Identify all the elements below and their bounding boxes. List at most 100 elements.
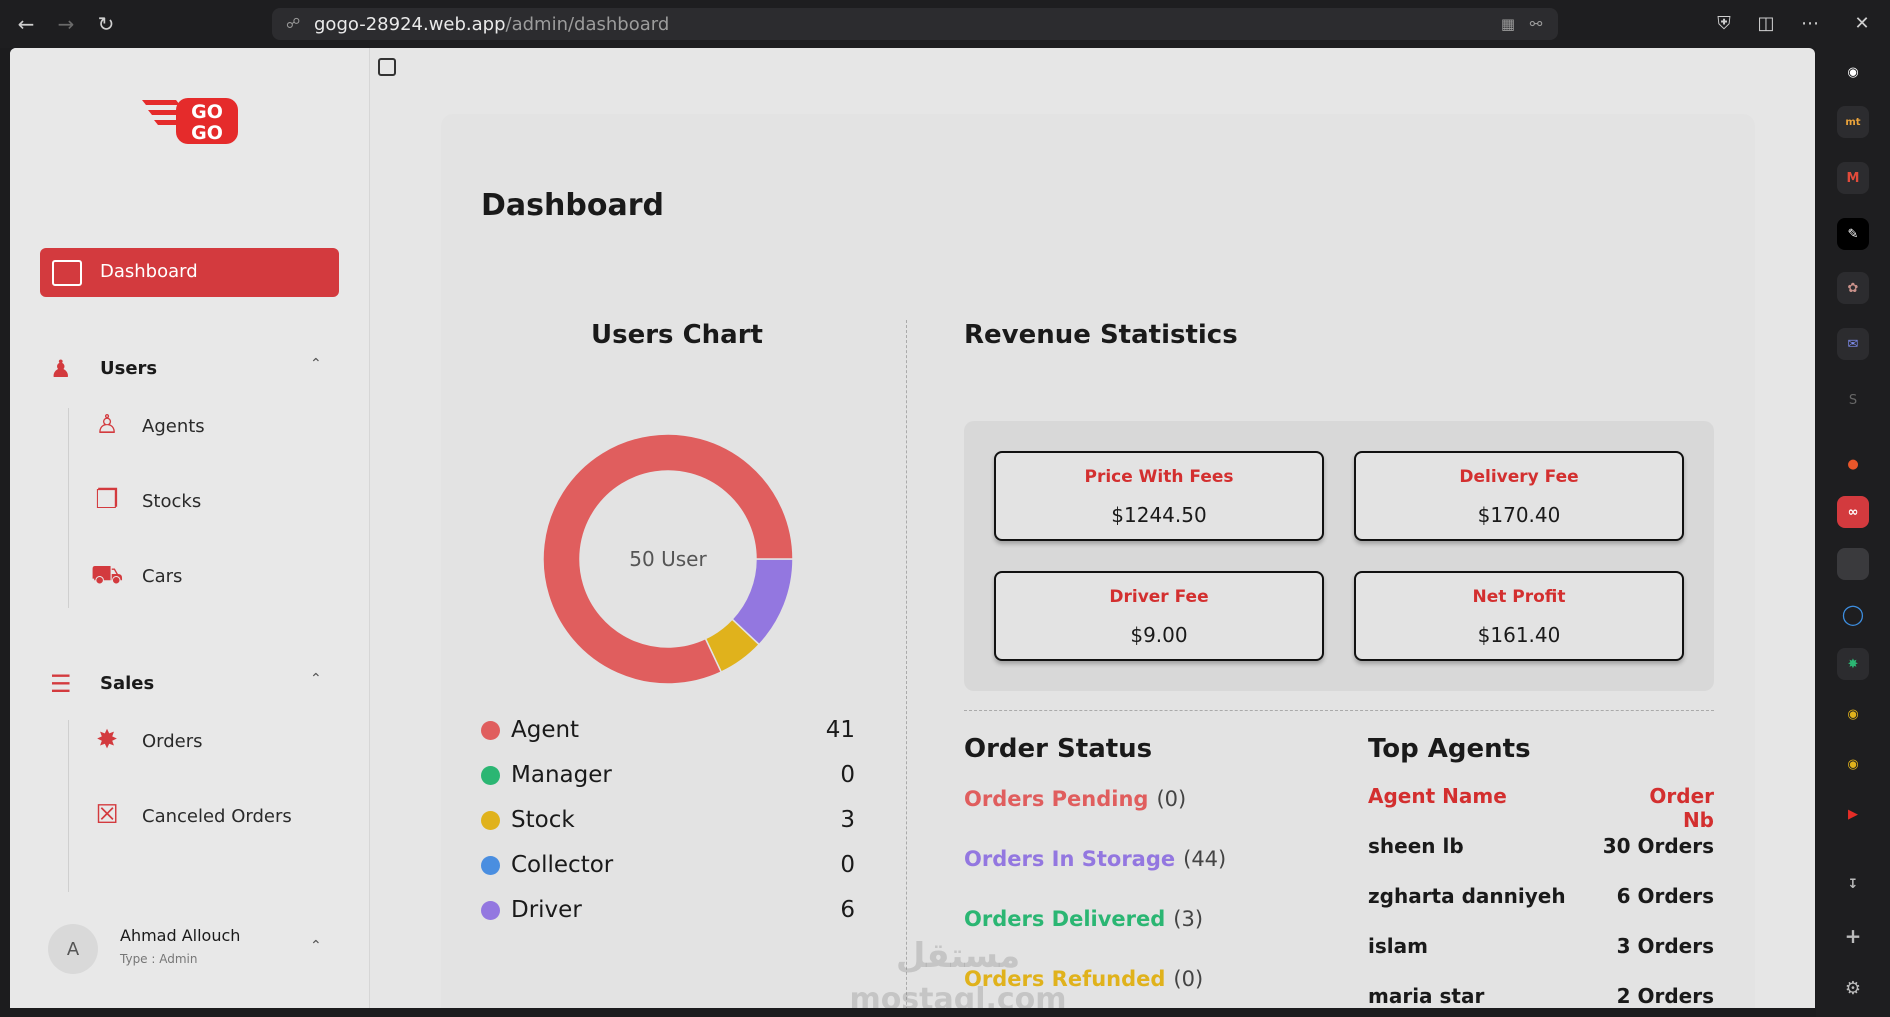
back-icon[interactable]: ← — [14, 12, 38, 36]
circle-app-icon[interactable]: ◯ — [1837, 598, 1869, 630]
address-bar[interactable]: ☍ gogo-28924.web.app/admin/dashboard ▦ ⚯ — [272, 8, 1558, 40]
horizontal-divider — [964, 710, 1714, 711]
revenue-panel: Price With Fees $1244.50 Delivery Fee $1… — [964, 421, 1714, 691]
vertical-divider — [906, 320, 907, 1008]
top-agents-title: Top Agents — [1368, 734, 1531, 764]
sidebar-item-label: Agents — [142, 416, 205, 437]
sidebar-toggle-icon[interactable]: ◫ — [1754, 12, 1778, 36]
mail-app-icon[interactable]: ✉ — [1837, 328, 1869, 360]
download-icon[interactable]: ↧ — [1837, 868, 1869, 900]
chevron-up-icon[interactable]: ⌃ — [310, 356, 322, 372]
mt-app-icon[interactable]: mt — [1837, 106, 1869, 138]
order-status-count: (0) — [1156, 787, 1187, 811]
watermark-arabic: مستقل — [895, 936, 1021, 976]
sidebar-item-stocks[interactable]: ❐ Stocks — [90, 480, 330, 520]
watermark: مستقل mostaql.com — [838, 934, 1078, 1008]
sidebar-item-label: Dashboard — [100, 261, 198, 282]
revenue-price-with-fees: Price With Fees $1244.50 — [994, 451, 1324, 541]
agent-orders: 6 Orders — [1616, 884, 1714, 908]
order-status-row: Orders Pending (0) — [964, 787, 1186, 817]
revenue-label: Delivery Fee — [1459, 467, 1579, 487]
sidebar-item-label: Canceled Orders — [142, 806, 292, 827]
url-path: /admin/dashboard — [505, 14, 670, 35]
sidebar-item-canceled-orders[interactable]: ☒ Canceled Orders — [90, 795, 330, 835]
legend-dot — [481, 766, 500, 785]
legend-item[interactable]: Agent 41 — [481, 715, 855, 745]
site-info-icon[interactable]: ☍ — [286, 15, 304, 33]
legend-label: Driver — [511, 897, 582, 923]
rail-letter: S — [1848, 392, 1858, 408]
sidebar-group-sales[interactable]: ☰ Sales ⌃ — [40, 663, 339, 703]
collapse-sidebar-icon[interactable] — [378, 58, 396, 76]
close-icon[interactable]: ✕ — [1850, 12, 1874, 36]
blank-app-icon[interactable] — [1837, 548, 1869, 580]
order-status-title: Order Status — [964, 734, 1153, 764]
sidebar-item-orders[interactable]: ✸ Orders — [90, 720, 330, 760]
revenue-value: $161.40 — [1477, 623, 1561, 647]
chevron-up-icon[interactable]: ⌃ — [310, 671, 322, 687]
legend-value: 0 — [840, 762, 855, 788]
gogo-app-icon[interactable]: ∞ — [1837, 496, 1869, 528]
gogo-logo: GO GO — [142, 98, 238, 144]
url-text: gogo-28924.web.app/admin/dashboard — [314, 14, 669, 35]
agent-orders: 30 Orders — [1602, 834, 1714, 858]
sidebar-item-dashboard[interactable]: Dashboard — [40, 248, 339, 297]
clipboard-icon: ☰ — [50, 670, 72, 698]
reload-icon[interactable]: ↻ — [94, 12, 118, 36]
users-icon: ♟ — [50, 355, 72, 383]
agent-name: maria star — [1368, 984, 1485, 1008]
legend-value: 0 — [840, 852, 855, 878]
chatgpt-icon[interactable]: ✸ — [1837, 648, 1869, 680]
group-label-sales: Sales — [100, 673, 155, 694]
watermark-latin: mostaql.com — [849, 982, 1067, 1008]
legend-item[interactable]: Stock 3 — [481, 805, 855, 835]
notion-icon[interactable]: ✎ — [1837, 218, 1869, 250]
order-status-label: Orders In Storage — [964, 847, 1176, 871]
youtube-icon[interactable]: ▶ — [1837, 798, 1869, 830]
logo-text-top: GO — [191, 101, 223, 123]
gmail-icon[interactable]: M — [1837, 162, 1869, 194]
sidebar-item-label: Orders — [142, 731, 203, 752]
firefox-icon[interactable]: ● — [1837, 448, 1869, 480]
legend-item[interactable]: Driver 6 — [481, 895, 855, 925]
revenue-value: $1244.50 — [1111, 503, 1207, 527]
sidebar-item-label: Stocks — [142, 491, 202, 512]
agent-name-header: Agent Name — [1368, 784, 1507, 808]
more-menu-icon[interactable]: ⋯ — [1798, 12, 1822, 36]
revenue-label: Price With Fees — [1084, 467, 1234, 487]
legend-label: Collector — [511, 852, 614, 878]
dashboard-card: Dashboard Users Chart 50 User Agent 41 Man… — [441, 114, 1755, 1008]
legend-item[interactable]: Manager 0 — [481, 760, 855, 790]
sidebar-group-users[interactable]: ♟ Users ⌃ — [40, 348, 339, 388]
sidebar-item-agents[interactable]: ♙ Agents — [90, 405, 330, 445]
chrome-icon-2[interactable]: ◉ — [1837, 748, 1869, 780]
revenue-net-profit: Net Profit $161.40 — [1354, 571, 1684, 661]
chevron-up-icon[interactable]: ⌃ — [310, 938, 322, 954]
chrome-icon-1[interactable]: ◉ — [1837, 698, 1869, 730]
revenue-title: Revenue Statistics — [964, 320, 1238, 350]
legend-label: Stock — [511, 807, 575, 833]
order-nb-header: Order Nb — [1649, 784, 1714, 832]
order-status-row: Orders In Storage (44) — [964, 847, 1226, 877]
legend-item[interactable]: Collector 0 — [481, 850, 855, 880]
donut-center-label: 50 User — [629, 547, 707, 571]
order-status-count: (3) — [1173, 907, 1204, 931]
user-name: Ahmad Allouch — [120, 926, 241, 945]
add-icon[interactable]: + — [1837, 920, 1869, 952]
legend-dot — [481, 856, 500, 875]
forward-icon[interactable]: → — [54, 12, 78, 36]
top-agent-row: sheen lb 30 Orders — [1368, 834, 1714, 864]
user-role: Type : Admin — [120, 952, 198, 966]
shield-icon[interactable]: ⛨ — [1712, 12, 1736, 36]
github-icon[interactable]: ◉ — [1837, 56, 1869, 88]
sidebar-item-cars[interactable]: ⛟ Cars — [90, 555, 330, 595]
bird-app-icon[interactable]: ✿ — [1837, 272, 1869, 304]
revenue-value: $9.00 — [1130, 623, 1188, 647]
legend-value: 41 — [825, 717, 855, 743]
reader-mode-icon[interactable]: ▦ — [1498, 14, 1518, 34]
users-subtree-line — [68, 408, 69, 608]
settings-icon[interactable]: ⚙ — [1837, 972, 1869, 1004]
share-link-icon[interactable]: ⚯ — [1526, 14, 1546, 34]
user-profile[interactable]: A Ahmad Allouch Type : Admin ⌃ — [48, 920, 338, 980]
order-status-count: (44) — [1183, 847, 1227, 871]
